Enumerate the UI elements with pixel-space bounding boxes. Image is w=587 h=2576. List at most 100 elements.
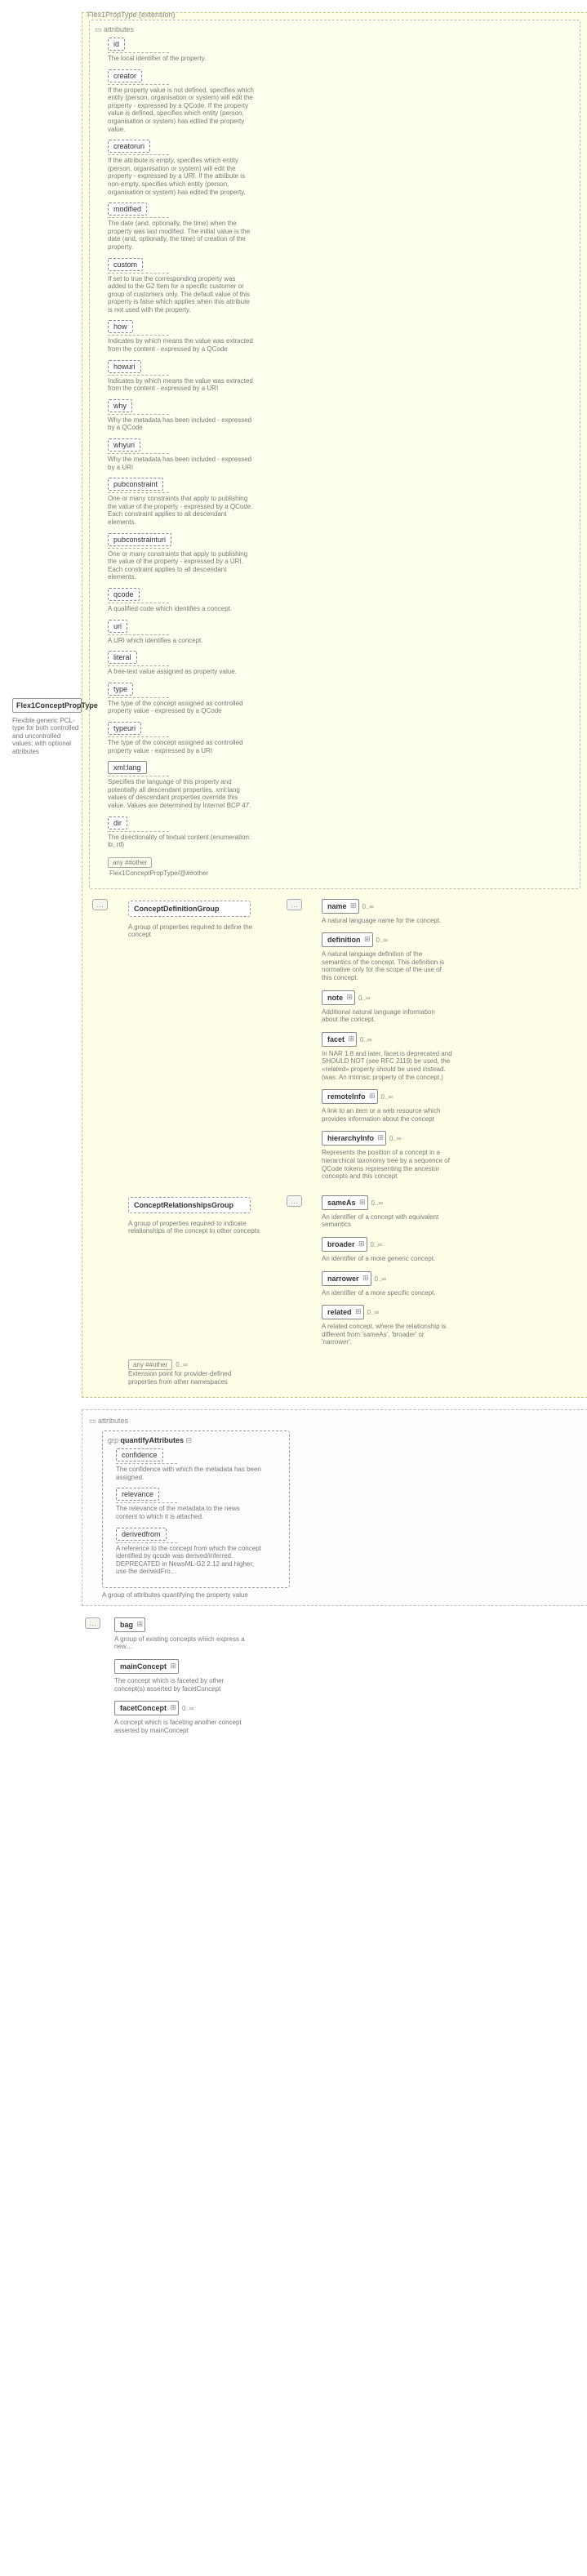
attr-uri[interactable]: uri [108, 620, 127, 633]
elem-name[interactable]: name [322, 899, 359, 914]
attr-id[interactable]: id [108, 38, 125, 51]
attr-modified[interactable]: modified [108, 202, 147, 216]
quantify-attributes-section: ▭ attributes grp quantifyAttributes ⊟ co… [82, 1409, 587, 1606]
elem-facet-desc: In NAR 1.8 and later, facet is deprecate… [322, 1050, 452, 1081]
attr-whyuri[interactable]: whyuri [108, 438, 140, 452]
attr-qcode[interactable]: qcode [108, 588, 140, 601]
attr-modified-desc: The date (and, optionally, the time) whe… [108, 220, 255, 251]
diagram-root: Flex1ConceptPropType Flexible generic PC… [0, 0, 587, 1747]
minus-icon: ▭ [89, 1417, 98, 1425]
elem-note[interactable]: note [322, 990, 355, 1005]
root-type-box[interactable]: Flex1ConceptPropType [12, 698, 82, 713]
elem-hierarchyinfo-desc: Represents the position of a concept in … [322, 1149, 452, 1180]
elem-facetconcept-desc: A concept which is faceting another conc… [114, 1719, 245, 1734]
elem-hierarchyinfo[interactable]: hierarchyInfo [322, 1131, 386, 1146]
attr-literal-desc: A free-text value assigned as property v… [108, 668, 255, 676]
any-other-element[interactable]: any ##other [128, 1359, 172, 1370]
content-sequence: … ConceptDefinitionGroup A group of prop… [89, 896, 580, 1390]
occ: 0..∞ [182, 1705, 194, 1712]
attr-type[interactable]: type [108, 683, 133, 696]
attr-custom-desc: If set to true the corresponding propert… [108, 275, 255, 314]
grp-title: quantifyAttributes [121, 1436, 185, 1444]
elem-sameas[interactable]: sameAs [322, 1195, 368, 1210]
occ: 0..∞ [176, 1361, 188, 1368]
attr-creator-desc: If the property value is not defined, sp… [108, 87, 255, 134]
attributes-box: ▭ attributes idThe local identifier of t… [89, 20, 580, 889]
bottom-sequence: … bagA group of existing concepts which … [82, 1614, 579, 1740]
occ: 0..∞ [371, 1241, 383, 1248]
attr-typeuri[interactable]: typeuri [108, 722, 141, 735]
elem-narrower-desc: An identifier of a more specific concept… [322, 1289, 452, 1297]
elem-sameas-desc: An identifier of a concept with equivale… [322, 1213, 452, 1229]
attr-pubconstraint[interactable]: pubconstraint [108, 478, 163, 491]
attr-whyuri-desc: Why the metadata has been included - exp… [108, 456, 255, 471]
minus-icon: ▭ [95, 25, 104, 33]
attr-qcode-desc: A qualified code which identifies a conc… [108, 605, 255, 613]
group-concept-relationships-desc: A group of properties required to indica… [128, 1220, 267, 1235]
attr-uri-desc: A URI which identifies a concept. [108, 637, 255, 645]
attr-dir[interactable]: dir [108, 816, 127, 830]
elem-related[interactable]: related [322, 1305, 364, 1319]
elem-facet[interactable]: facet [322, 1032, 357, 1047]
attr-xmllang[interactable]: xml:lang [108, 761, 147, 774]
occ: 0..∞ [381, 1093, 394, 1101]
attr-howuri[interactable]: howuri [108, 360, 141, 373]
elem-remoteinfo[interactable]: remoteInfo [322, 1089, 378, 1104]
attr-xmllang-desc: Specifies the language of this property … [108, 778, 255, 809]
elem-facetconcept[interactable]: facetConcept [114, 1701, 179, 1715]
attr-literal[interactable]: literal [108, 651, 137, 664]
extension-label: Flex1PropType (extension) [87, 11, 176, 19]
attr-why-desc: Why the metadata has been included - exp… [108, 416, 255, 432]
attr-creator[interactable]: creator [108, 69, 142, 82]
seq-icon: … [85, 1617, 100, 1629]
elem-related-desc: A related concept, where the relationshi… [322, 1323, 452, 1346]
seq-icon: … [287, 899, 302, 910]
elem-name-desc: A natural language name for the concept. [322, 917, 452, 925]
group-concept-relationships[interactable]: ConceptRelationshipsGroup [128, 1197, 251, 1213]
elem-bag[interactable]: bag [114, 1617, 145, 1632]
attr-custom[interactable]: custom [108, 258, 143, 271]
attr-howuri-desc: Indicates by which means the value was e… [108, 377, 255, 393]
elem-broader[interactable]: broader [322, 1237, 367, 1252]
elem-remoteinfo-desc: A link to an item or a web resource whic… [322, 1107, 452, 1123]
elem-mainconcept[interactable]: mainConcept [114, 1659, 179, 1674]
root-type-desc: Flexible generic PCL-type for both contr… [12, 717, 82, 756]
attr-pubconstraint-desc: One or many constraints that apply to pu… [108, 495, 255, 526]
occ: 0..∞ [389, 1135, 402, 1142]
occ: 0..∞ [360, 1036, 372, 1043]
occ: 0..∞ [371, 1199, 384, 1207]
attr-pubconstrainturi[interactable]: pubconstrainturi [108, 533, 171, 546]
attr-how[interactable]: how [108, 320, 133, 333]
group-quantify-attributes[interactable]: grp quantifyAttributes ⊟ confidenceThe c… [102, 1430, 290, 1588]
expand-icon[interactable]: ⊟ [186, 1436, 193, 1444]
attr-derivedfrom-desc: A reference to the concept from which th… [116, 1545, 263, 1576]
grp-tag: grp [108, 1436, 118, 1444]
attr-id-desc: The local identifier of the property. [108, 55, 255, 63]
group-concept-definition[interactable]: ConceptDefinitionGroup [128, 901, 251, 917]
attributes-header-2: ▭ attributes [89, 1417, 580, 1426]
elem-narrower[interactable]: narrower [322, 1271, 371, 1286]
elem-mainconcept-desc: The concept which is faceted by other co… [114, 1677, 245, 1693]
attr-ifother[interactable]: any ##other [108, 857, 152, 868]
attr-relevance[interactable]: relevance [116, 1488, 159, 1501]
group-concept-definition-desc: A group of properties required to define… [128, 923, 267, 939]
occ: 0..∞ [376, 937, 389, 944]
attr-dir-desc: The directionality of textual content (e… [108, 834, 255, 849]
attr-ifother-sub: Flex1ConceptPropType/@##other [109, 870, 255, 877]
extension-wrapper: Flex1ConceptPropType Flexible generic PC… [82, 12, 587, 1398]
elem-definition[interactable]: definition [322, 932, 373, 947]
attr-why[interactable]: why [108, 399, 132, 412]
attr-how-desc: Indicates by which means the value was e… [108, 337, 255, 353]
attr-derivedfrom[interactable]: derivedfrom [116, 1528, 167, 1541]
attr-relevance-desc: The relevance of the metadata to the new… [116, 1505, 263, 1520]
attr-type-desc: The type of the concept assigned as cont… [108, 700, 255, 715]
attr-creatoruri[interactable]: creatoruri [108, 140, 150, 153]
attr-creatoruri-desc: If the attribute is empty, specifies whi… [108, 157, 255, 196]
elem-definition-desc: A natural language definition of the sem… [322, 950, 452, 981]
attr-confidence[interactable]: confidence [116, 1448, 163, 1462]
occ: 0..∞ [362, 903, 375, 910]
sequence-connector-icon: … [92, 899, 108, 910]
elem-note-desc: Additional natural language information … [322, 1008, 452, 1024]
occ: 0..∞ [367, 1309, 380, 1316]
seq-icon: … [287, 1195, 302, 1207]
